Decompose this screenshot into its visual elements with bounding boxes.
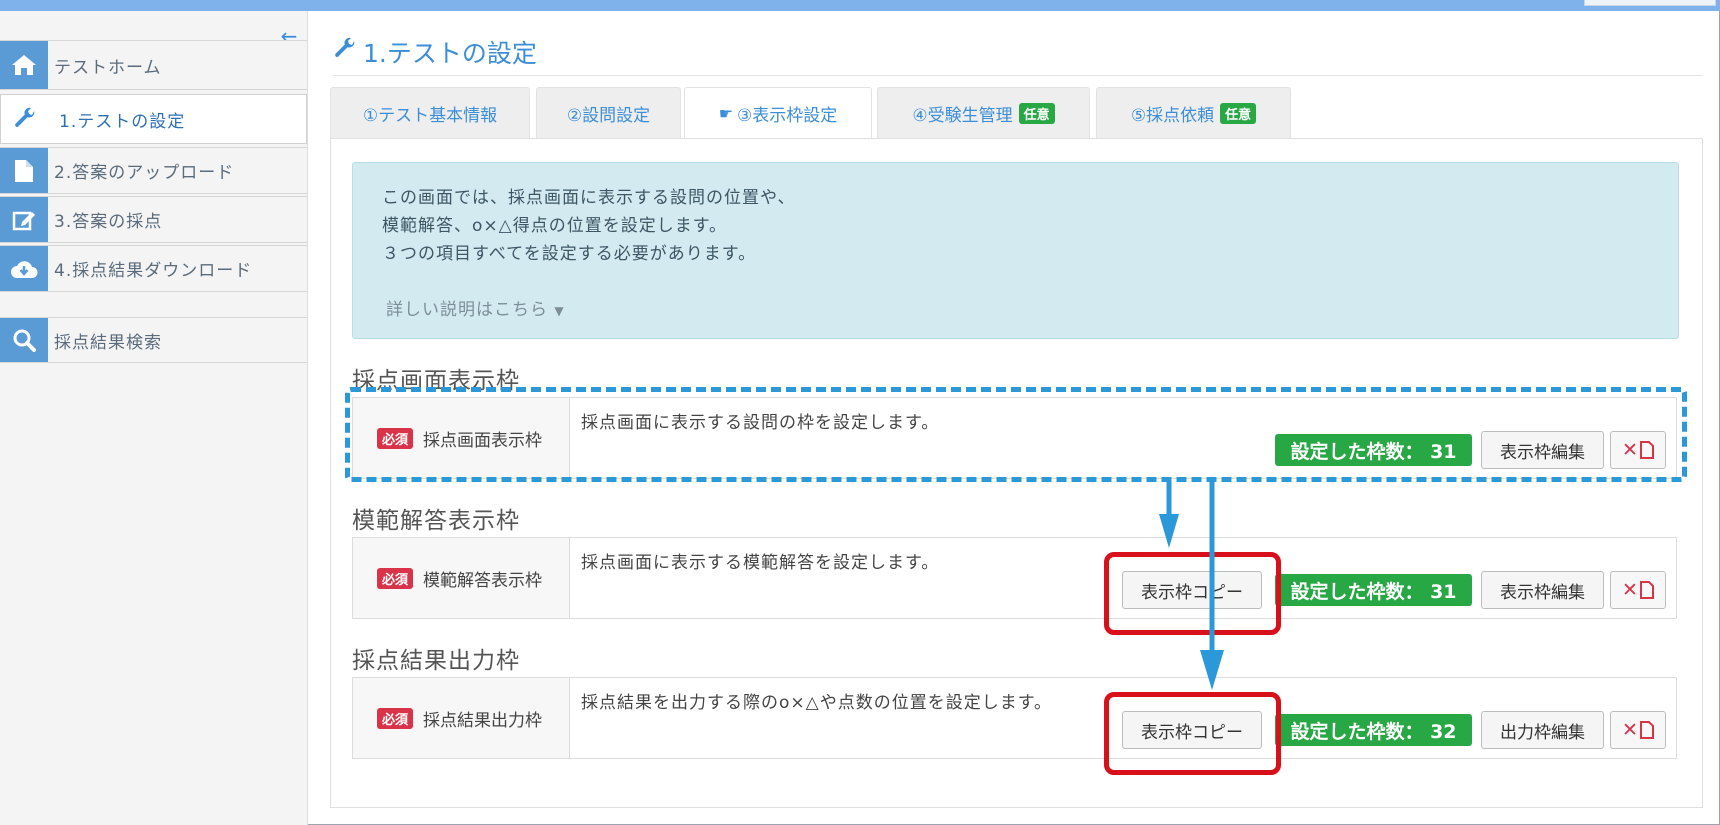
annotation-arrows xyxy=(1159,482,1224,690)
